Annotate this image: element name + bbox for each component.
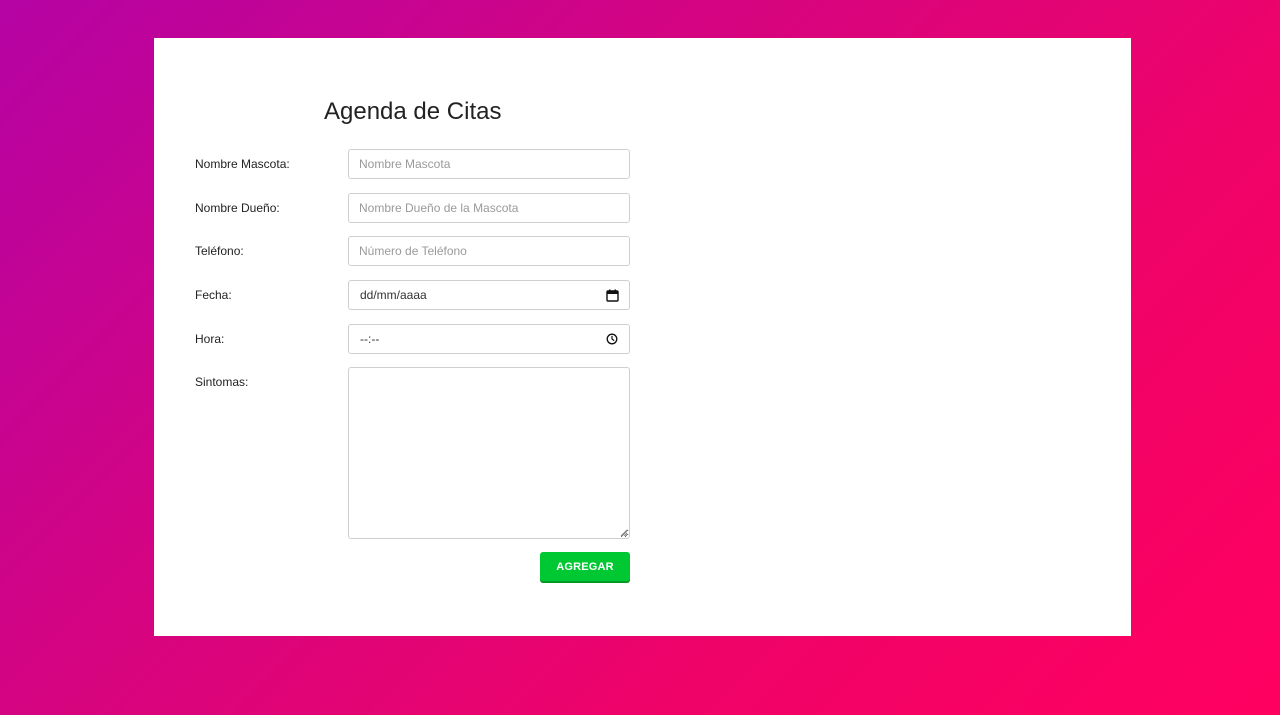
fecha-label: Fecha: — [195, 288, 232, 302]
sintomas-textarea[interactable] — [348, 367, 630, 539]
row-mascota: Nombre Mascota: — [195, 149, 630, 179]
agregar-button[interactable]: AGREGAR — [540, 552, 630, 581]
telefono-input[interactable] — [348, 236, 630, 266]
mascota-input[interactable] — [348, 149, 630, 179]
form-card: Agenda de Citas Nombre Mascota: Nombre D… — [154, 38, 1131, 636]
row-sintomas: Sintomas: — [195, 367, 630, 539]
row-fecha: Fecha: dd/mm/aaaa — [195, 280, 630, 310]
row-hora: Hora: --:-- — [195, 324, 630, 354]
page-title: Agenda de Citas — [324, 98, 502, 125]
fecha-date-input[interactable]: dd/mm/aaaa — [348, 280, 630, 310]
hora-label: Hora: — [195, 332, 225, 346]
row-dueno: Nombre Dueño: — [195, 193, 630, 223]
row-telefono: Teléfono: — [195, 236, 630, 266]
calendar-icon[interactable] — [605, 288, 619, 302]
hora-display: --:-- — [360, 332, 380, 346]
mascota-label: Nombre Mascota: — [195, 157, 290, 171]
fecha-display: dd/mm/aaaa — [360, 288, 427, 302]
dueno-label: Nombre Dueño: — [195, 201, 280, 215]
dueno-input[interactable] — [348, 193, 630, 223]
hora-time-input[interactable]: --:-- — [348, 324, 630, 354]
clock-icon[interactable] — [605, 332, 619, 346]
sintomas-label: Sintomas: — [195, 375, 249, 389]
telefono-label: Teléfono: — [195, 244, 244, 258]
